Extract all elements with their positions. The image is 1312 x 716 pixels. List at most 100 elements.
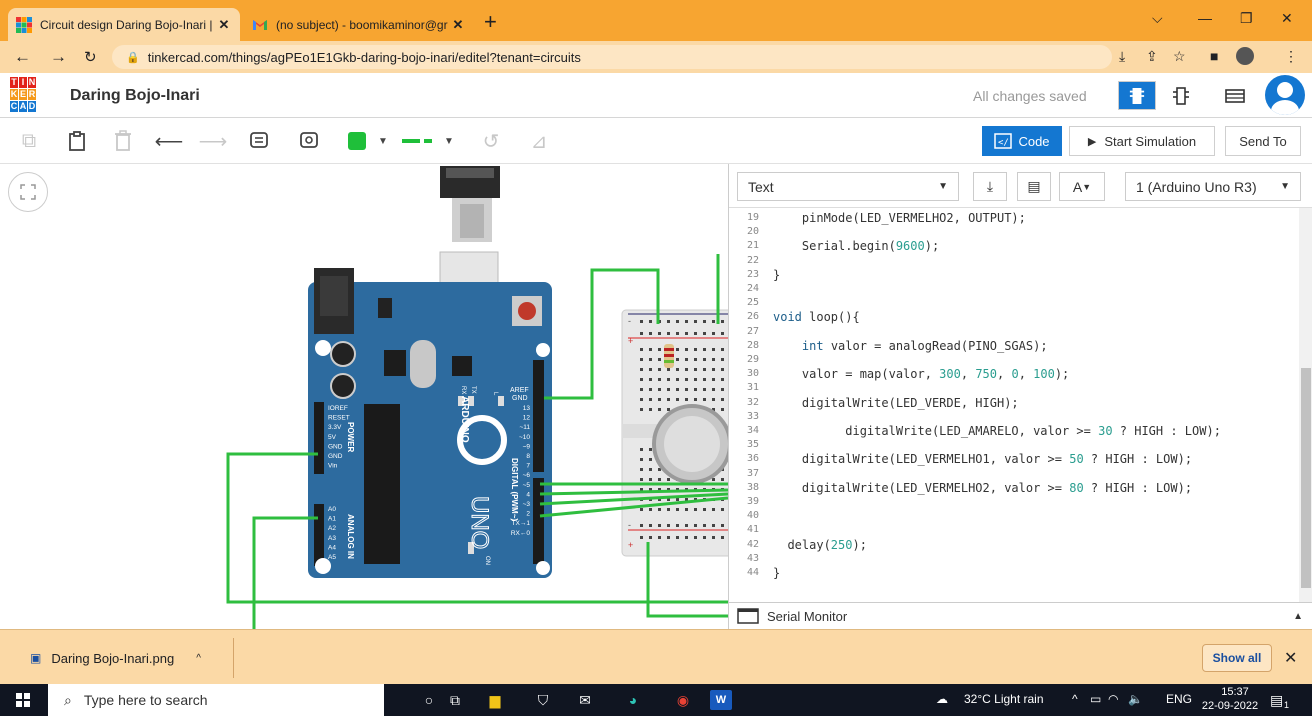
download-code-icon[interactable]: ⤓ (973, 172, 1007, 201)
arduino-uno-board[interactable]: AREF GND ARDUINO UNO POWER ANALOG IN DIG… (308, 268, 552, 578)
breadboard-hole (658, 358, 661, 361)
upload-library-icon[interactable]: ▤ (1017, 172, 1051, 201)
url-bar[interactable]: 🔒 tinkercad.com/things/agPEo1E1Gkb-darin… (112, 45, 1112, 69)
weather-icon[interactable]: ☁ (936, 692, 948, 706)
breadboard-hole (667, 378, 670, 381)
mail-icon[interactable]: ✉ (574, 690, 596, 710)
pin-label: ~9 (523, 443, 531, 450)
forward-icon[interactable]: → (50, 47, 67, 67)
serial-monitor-bar[interactable]: Serial Monitor ▲ (729, 602, 1312, 629)
file-explorer-icon[interactable]: ▆ (484, 690, 506, 710)
notification-icon[interactable]: ▤ (1270, 692, 1283, 709)
code-button[interactable]: </ Code (982, 126, 1062, 156)
breadboard-hole (676, 398, 679, 401)
svg-text:</: </ (998, 138, 1009, 148)
code-editor[interactable]: 19 20 21 22 23 24 25 26 27 28 29 30 31 32 33 34 35 36 37 38… (729, 208, 1299, 602)
tab-gmail[interactable]: (no subject) - boomikaminor@gr ✕ (244, 8, 474, 41)
tab-circuit-design[interactable]: Circuit design Daring Bojo-Inari | ✕ (8, 8, 240, 41)
clock-time[interactable]: 15:37 (1210, 686, 1260, 698)
new-tab-button[interactable]: + (484, 11, 497, 33)
code-line[interactable]: valor = map(valor, 300, 750, 0, 100); (773, 367, 1069, 381)
editor-scrollbar[interactable] (1299, 208, 1312, 602)
windows-start-icon[interactable] (12, 690, 34, 710)
install-app-icon[interactable]: ⤓ (1119, 48, 1125, 65)
profile-icon[interactable] (1236, 47, 1254, 65)
back-icon[interactable]: ← (14, 47, 31, 67)
code-line[interactable]: } (773, 566, 780, 580)
store-icon[interactable]: ⛉ (532, 690, 554, 710)
code-line[interactable]: digitalWrite(LED_VERDE, HIGH); (773, 396, 1019, 410)
code-line[interactable]: pinMode(LED_VERMELHO2, OUTPUT); (773, 211, 1026, 225)
code-line[interactable]: } (773, 268, 780, 282)
share-icon[interactable]: ⇪ (1146, 48, 1158, 65)
battery-icon[interactable]: ▭ (1090, 692, 1101, 706)
resistor[interactable] (664, 344, 674, 368)
breadboard-hole (658, 524, 661, 527)
paste-icon[interactable] (64, 128, 90, 154)
tab-search-chevron-icon[interactable]: ⌵ (1152, 10, 1163, 27)
scrollbar-thumb[interactable] (1301, 368, 1311, 588)
code-line[interactable]: Serial.begin(9600); (773, 239, 939, 253)
send-to-button[interactable]: Send To (1225, 126, 1301, 156)
wire-type-select[interactable]: ▼ (402, 128, 468, 154)
language-indicator[interactable]: ENG (1166, 692, 1192, 706)
show-all-button[interactable]: Show all (1202, 644, 1272, 672)
breadboard-hole (676, 320, 679, 323)
circuit-workspace[interactable]: AREF GND ARDUINO UNO POWER ANALOG IN DIG… (0, 164, 728, 629)
device-select[interactable]: 1 (Arduino Uno R3) ▼ (1125, 172, 1301, 201)
chevron-up-icon[interactable]: ▲ (1293, 611, 1303, 622)
word-icon[interactable]: W (710, 690, 732, 710)
taskbar-search[interactable]: ⌕ Type here to search (48, 684, 384, 716)
redo-icon[interactable]: ⟶ (199, 128, 228, 154)
close-downloads-icon[interactable]: ✕ (1284, 648, 1297, 668)
cortana-icon[interactable]: ○ (418, 690, 440, 710)
chevron-up-icon[interactable]: ^ (196, 653, 201, 664)
clock-date[interactable]: 22-09-2022 (1200, 700, 1260, 712)
breadboard-hole (721, 368, 724, 371)
code-line[interactable]: void loop(){ (773, 310, 860, 324)
close-window-icon[interactable]: ✕ (1281, 10, 1293, 27)
tinkercad-logo[interactable]: T I N K E R C A D (10, 77, 36, 113)
weather-text[interactable]: 32°C Light rain (964, 692, 1044, 706)
close-tab-icon[interactable]: ✕ (450, 17, 466, 33)
schematic-view-button[interactable] (1162, 77, 1200, 114)
delete-icon[interactable] (110, 128, 136, 154)
copy-icon[interactable]: ⧉ (16, 128, 42, 154)
chrome-icon[interactable]: ◉ (672, 690, 694, 710)
code-line[interactable]: digitalWrite(LED_VERMELHO2, valor >= 80 … (773, 481, 1192, 495)
close-tab-icon[interactable]: ✕ (216, 17, 232, 33)
gas-sensor[interactable] (652, 404, 728, 484)
user-avatar[interactable] (1265, 75, 1305, 115)
tray-chevron-icon[interactable]: ^ (1072, 692, 1078, 706)
task-view-icon[interactable]: ⧉ (444, 690, 466, 710)
side-panel-icon[interactable]: ■ (1210, 48, 1218, 64)
code-mode-select[interactable]: Text ▼ (737, 172, 959, 201)
code-line[interactable]: int valor = analogRead(PINO_SGAS); (773, 339, 1048, 353)
restore-icon[interactable]: ❐ (1240, 10, 1253, 27)
notes-icon[interactable] (246, 128, 272, 154)
undo-icon[interactable]: ⟵ (155, 128, 184, 154)
bookmark-star-icon[interactable]: ☆ (1173, 48, 1186, 65)
project-title[interactable]: Daring Bojo-Inari (70, 87, 200, 105)
circuit-view-button[interactable] (1118, 81, 1156, 110)
start-simulation-button[interactable]: ▶ Start Simulation (1069, 126, 1215, 156)
wire-color-select[interactable]: ▼ (340, 128, 396, 154)
volume-icon[interactable]: 🔈 (1128, 692, 1143, 706)
edge-icon[interactable]: ◕ (622, 690, 644, 710)
line-number: 24 (746, 283, 759, 294)
notes-visibility-icon[interactable] (296, 128, 322, 154)
code-line[interactable]: digitalWrite(LED_VERMELHO1, valor >= 50 … (773, 452, 1192, 466)
rotate-icon[interactable]: ↺ (478, 128, 504, 154)
breadboard-hole (712, 536, 715, 539)
component-list-button[interactable] (1216, 77, 1254, 114)
kebab-menu-icon[interactable]: ⋮ (1284, 48, 1298, 65)
minimize-icon[interactable]: — (1198, 10, 1212, 26)
wifi-icon[interactable]: ◠ (1108, 692, 1118, 706)
breadboard-hole (649, 348, 652, 351)
reload-icon[interactable]: ↻ (84, 48, 97, 66)
flip-icon[interactable]: ⊿ (526, 128, 552, 154)
code-line[interactable]: delay(250); (773, 538, 867, 552)
code-line[interactable]: digitalWrite(LED_AMARELO, valor >= 30 ? … (773, 424, 1221, 438)
download-item[interactable]: ▣ Daring Bojo-Inari.png ^ (10, 638, 234, 678)
font-size-icon[interactable]: A ▼ (1059, 172, 1105, 201)
